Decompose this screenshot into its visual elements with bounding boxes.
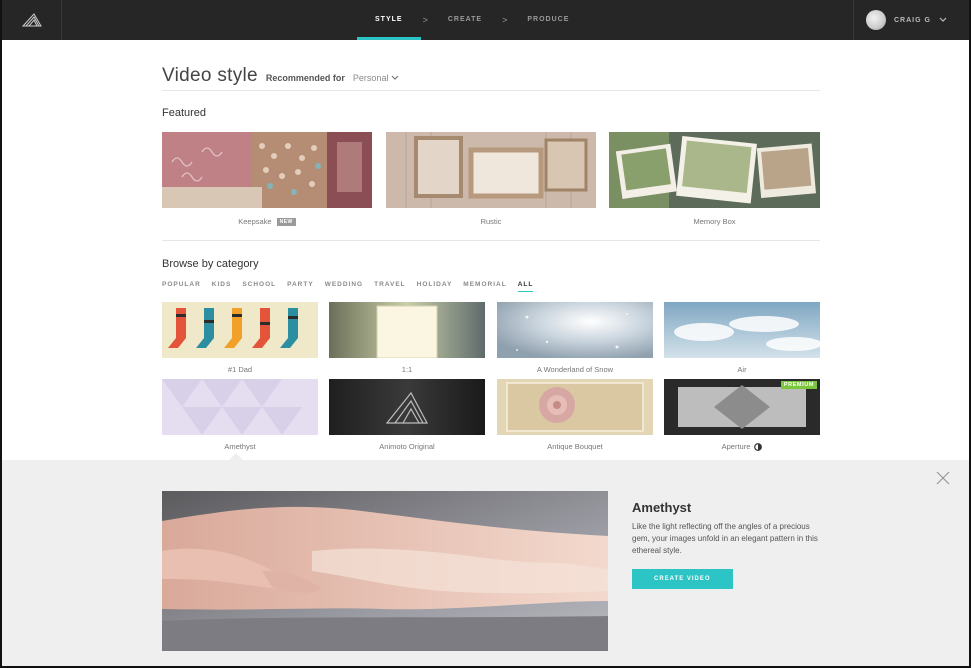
style-detail-info: Amethyst Like the light reflecting off t… — [632, 500, 827, 589]
category-travel[interactable]: TRAVEL — [374, 281, 406, 292]
close-icon — [936, 471, 950, 485]
category-wedding[interactable]: WEDDING — [325, 281, 363, 292]
featured-card-memory-box[interactable]: Memory Box — [609, 132, 820, 226]
step-separator: > — [502, 15, 508, 25]
style-detail-panel: Amethyst Like the light reflecting off t… — [2, 460, 969, 666]
step-style[interactable]: STYLE — [357, 0, 421, 40]
featured-caption: Rustic — [386, 217, 596, 226]
style-label: A Wonderland of Snow — [536, 365, 614, 374]
style-caption: Animoto Original — [329, 442, 485, 451]
style-thumbnail — [497, 379, 653, 435]
memory-box-thumbnail — [609, 132, 820, 208]
style-label: Animoto Original — [379, 442, 435, 451]
page-title: Video style — [162, 65, 258, 86]
style-label: 1:1 — [401, 365, 413, 374]
keepsake-thumbnail — [162, 132, 372, 208]
app-window: STYLE > CREATE > PRODUCE CRAIG G Video s… — [0, 0, 971, 668]
progress-steps: STYLE > CREATE > PRODUCE — [357, 0, 587, 40]
chevron-down-icon — [939, 17, 947, 22]
style-tile-amethyst[interactable]: Amethyst — [162, 379, 318, 451]
featured-caption: Keepsake NEW — [162, 217, 372, 226]
style-thumbnail: PREMIUM — [664, 379, 820, 435]
category-kids[interactable]: KIDS — [212, 281, 232, 292]
style-label: Amethyst — [224, 442, 256, 451]
featured-label: Keepsake — [238, 217, 272, 226]
rustic-thumbnail — [386, 132, 596, 208]
style-label: Aperture — [721, 442, 751, 451]
style-tile-air[interactable]: Air — [664, 302, 820, 374]
style-label: #1 Dad — [227, 365, 253, 374]
style-caption: A Wonderland of Snow — [497, 365, 653, 374]
style-tile-animoto-original[interactable]: Animoto Original — [329, 379, 485, 451]
category-party[interactable]: PARTY — [287, 281, 314, 292]
new-badge: NEW — [276, 217, 296, 226]
user-name: CRAIG G — [894, 16, 931, 24]
step-produce[interactable]: PRODUCE — [509, 0, 587, 40]
divider — [162, 90, 820, 91]
style-caption: 1:1 — [329, 365, 485, 374]
user-menu[interactable]: CRAIG G — [853, 0, 969, 40]
detail-title: Amethyst — [632, 500, 692, 515]
recommended-value: Personal — [352, 73, 389, 83]
avatar — [866, 10, 886, 30]
style-tile-wonderland-of-snow[interactable]: A Wonderland of Snow — [497, 302, 653, 374]
featured-card-keepsake[interactable]: Keepsake NEW — [162, 132, 372, 226]
category-memorial[interactable]: MEMORIAL — [463, 281, 506, 292]
recommended-label: Recommended for — [265, 73, 345, 83]
step-separator: > — [422, 15, 428, 25]
detail-description: Like the light reflecting off the angles… — [632, 522, 818, 555]
recommended-dropdown[interactable]: Personal — [353, 73, 400, 83]
category-school[interactable]: SCHOOL — [242, 281, 276, 292]
premium-icon — [754, 442, 763, 451]
style-caption: Amethyst — [162, 442, 318, 451]
style-tile-1-1[interactable]: 1:1 — [329, 302, 485, 374]
style-tile-aperture[interactable]: PREMIUM Aperture — [664, 379, 820, 451]
category-tabs: POPULAR KIDS SCHOOL PARTY WEDDING TRAVEL… — [162, 281, 534, 292]
style-label: Air — [737, 365, 747, 374]
style-preview-image — [162, 491, 608, 651]
style-caption: Aperture — [664, 442, 820, 451]
featured-label: Memory Box — [693, 217, 736, 226]
featured-label: Rustic — [480, 217, 502, 226]
style-tile-antique-bouquet[interactable]: Antique Bouquet — [497, 379, 653, 451]
style-tile-1-dad[interactable]: #1 Dad — [162, 302, 318, 374]
top-nav-bar: STYLE > CREATE > PRODUCE CRAIG G — [2, 0, 969, 40]
style-thumbnail — [162, 302, 318, 358]
style-thumbnail — [497, 302, 653, 358]
style-caption: #1 Dad — [162, 365, 318, 374]
category-all[interactable]: ALL — [517, 281, 534, 292]
featured-card-rustic[interactable]: Rustic — [386, 132, 596, 226]
style-thumbnail — [329, 379, 485, 435]
style-thumbnail — [162, 379, 318, 435]
create-video-button[interactable]: CREATE VIDEO — [632, 569, 733, 589]
style-thumbnail — [664, 302, 820, 358]
category-popular[interactable]: POPULAR — [162, 281, 201, 292]
style-caption: Air — [664, 365, 820, 374]
featured-caption: Memory Box — [609, 217, 820, 226]
category-holiday[interactable]: HOLIDAY — [417, 281, 453, 292]
style-label: Antique Bouquet — [547, 442, 603, 451]
animoto-logo[interactable] — [2, 0, 62, 40]
premium-badge: PREMIUM — [780, 381, 817, 389]
logo-icon — [21, 13, 42, 27]
browse-title: Browse by category — [162, 258, 259, 270]
style-caption: Antique Bouquet — [497, 442, 653, 451]
step-create[interactable]: CREATE — [430, 0, 500, 40]
featured-title: Featured — [162, 107, 207, 119]
style-thumbnail — [329, 302, 485, 358]
title-row: Video style Recommended for Personal — [162, 65, 399, 87]
featured-row: Keepsake NEW Rustic Memory Box — [162, 132, 820, 226]
close-button[interactable] — [935, 470, 951, 486]
divider — [162, 240, 820, 241]
chevron-down-icon — [392, 75, 399, 80]
